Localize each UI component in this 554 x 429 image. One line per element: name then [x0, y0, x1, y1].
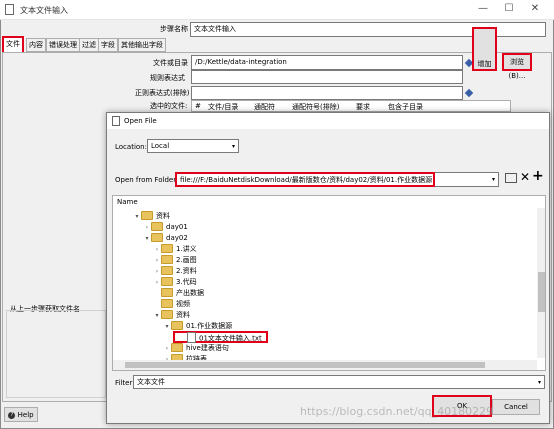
cancel-button[interactable]: Cancel [492, 399, 540, 415]
chevron-down-icon: ▾ [537, 379, 541, 386]
maximize-button[interactable]: ☐ [502, 2, 516, 16]
col-file-dir: 文件/目录 [208, 103, 239, 111]
col-include-subdirs: 包含子目录 [388, 103, 423, 111]
folder-icon [161, 309, 173, 319]
app-icon [5, 4, 14, 15]
folder-icon [151, 221, 163, 231]
col-wildcard: 通配符 [254, 103, 275, 111]
tab-content[interactable]: 内容 [26, 38, 46, 52]
scrollbar-thumb[interactable] [125, 362, 485, 368]
col-index: # [195, 102, 201, 110]
dialog-title-bar: Open File [107, 113, 549, 129]
tab-fields[interactable]: 字段 [98, 38, 118, 52]
chevron-down-icon: ▾ [231, 143, 235, 150]
help-label: Help [17, 411, 34, 419]
chevron-down-icon: ▾ [491, 176, 495, 183]
folder-icon [161, 298, 173, 308]
tree-item-label: 2.资料 [176, 267, 197, 275]
tree-item-label: hive建表语句 [186, 344, 229, 352]
tree-item-label: 产出数据 [176, 289, 204, 297]
file-or-dir-input[interactable]: /D:/Kettle/data-integration [191, 55, 463, 70]
tab-other-output-fields[interactable]: 其他输出字段 [118, 38, 166, 52]
name-column-header: Name [117, 198, 138, 206]
folder-icon [141, 210, 153, 220]
location-value: Local [151, 142, 170, 150]
folder-icon [161, 243, 173, 253]
watermark: https://blog.csdn.net/qq_40180229 [300, 405, 494, 418]
filter-label: Filter: [115, 379, 135, 387]
open-from-folder-input[interactable]: file:///F:/BaiduNetdiskDownload/最新版数仓/资料… [175, 172, 435, 187]
regex-exclude-input[interactable] [191, 86, 463, 100]
step-name-label: 步骤名称 [160, 25, 188, 33]
selected-files-table-header: # 文件/目录 通配符 通配符号(排除) 要求 包含子目录 [191, 100, 511, 112]
regex-input[interactable] [191, 70, 463, 84]
delete-icon[interactable]: ✕ [520, 170, 530, 184]
selected-files-label: 选中的文件: [150, 102, 188, 110]
tree-item-label: 2.画图 [176, 256, 197, 264]
col-required: 要求 [356, 103, 370, 111]
vertical-scrollbar[interactable] [537, 208, 545, 358]
prev-step-group [6, 310, 106, 398]
chevron-down-icon[interactable]: ▾ [143, 233, 151, 245]
location-select[interactable]: Local ▾ [147, 139, 239, 153]
open-from-folder-label: Open from Folder: [115, 176, 179, 184]
open-from-folder-value: file:///F:/BaiduNetdiskDownload/最新版数仓/资料… [180, 176, 433, 184]
folder-path-dropdown[interactable]: ▾ [435, 172, 499, 187]
horizontal-scrollbar[interactable] [113, 360, 537, 370]
folder-icon [161, 287, 173, 297]
title-bar: 文本文件输入 — ☐ ✕ [0, 0, 554, 20]
filter-select[interactable]: 文本文件 ▾ [133, 375, 545, 389]
regex-exclude-label: 正则表达式(排除) [135, 89, 190, 97]
tree-item-label: 1.讲义 [176, 245, 197, 253]
help-icon: ? [8, 411, 16, 419]
scrollbar-thumb[interactable] [538, 272, 545, 312]
dialog-icon [112, 116, 120, 126]
folder-icon [161, 254, 173, 264]
add-icon[interactable]: + [532, 168, 544, 184]
minimize-button[interactable]: — [476, 2, 490, 16]
folder-icon [161, 265, 173, 275]
tree-item-label: 资料 [156, 212, 170, 220]
tree-item-label: 资料 [176, 311, 190, 319]
browse-button[interactable]: 浏览(B)... [502, 53, 532, 80]
file-or-dir-label: 文件或目录 [153, 59, 188, 67]
folder-icon [171, 320, 183, 330]
tree-item-label: 01.作业数据源 [186, 322, 233, 330]
add-button[interactable]: 增加 [472, 27, 497, 71]
chevron-down-icon[interactable]: ▾ [163, 321, 171, 333]
help-button[interactable]: ? Help [4, 407, 38, 422]
col-wildcard-exclude: 通配符号(排除) [292, 103, 340, 111]
tree-item-label: 3.代码 [176, 278, 197, 286]
up-folder-icon[interactable] [505, 173, 517, 183]
tab-error-handling[interactable]: 错误处理 [46, 38, 80, 52]
tree-item-label: day02 [166, 234, 188, 242]
file-tree: Name ▾ 资料 › day01 ▾ day02 › 1.讲义 › 2.画图 › 2.资料 › 3.代码… [112, 195, 546, 371]
filter-value: 文本文件 [137, 378, 165, 386]
dialog-title: Open File [124, 117, 157, 125]
folder-icon [151, 232, 163, 242]
window-title: 文本文件输入 [20, 6, 68, 15]
regex-label: 规则表达式 [150, 74, 185, 82]
close-button[interactable]: ✕ [528, 2, 542, 16]
open-file-dialog: Open File Location: Local ▾ Open from Fo… [106, 112, 550, 424]
folder-icon [161, 276, 173, 286]
tree-item-label: 视频 [176, 300, 190, 308]
file-tree-rows: ▾ 资料 › day01 ▾ day02 › 1.讲义 › 2.画图 › 2.资料 › 3.代码 产出数据视… [113, 210, 533, 363]
location-label: Location: [115, 143, 147, 151]
chevron-down-icon[interactable]: ▾ [133, 211, 141, 223]
tab-filter[interactable]: 过滤 [79, 38, 99, 52]
folder-icon [171, 342, 183, 352]
chevron-down-icon[interactable]: ▾ [153, 310, 161, 322]
tree-item-label: day01 [166, 223, 188, 231]
